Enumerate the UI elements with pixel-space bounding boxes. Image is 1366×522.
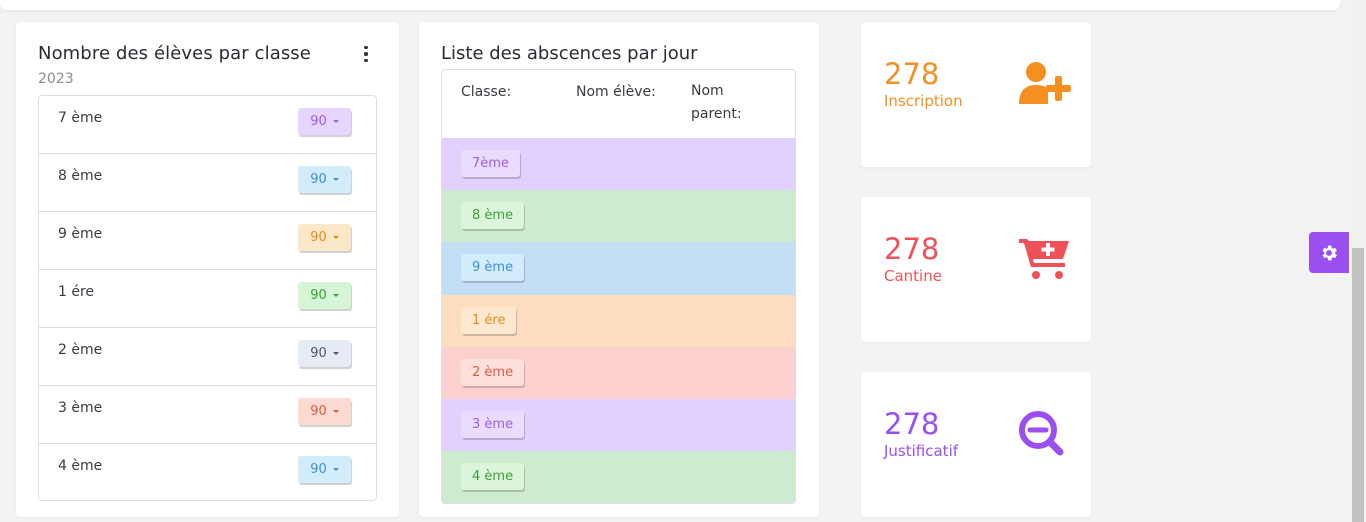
- header-classe: Classe:: [461, 84, 512, 100]
- absences-card-title: Liste des abscences par jour: [441, 43, 698, 64]
- table-row: 9 ème: [442, 242, 795, 295]
- cart-plus-icon: [1019, 239, 1069, 279]
- count-value: 90: [310, 114, 327, 129]
- caret-down-icon: [332, 294, 339, 297]
- list-item: 9 ème 90: [39, 212, 376, 270]
- stat-label: Cantine: [884, 267, 942, 285]
- user-plus-icon: [1019, 62, 1071, 104]
- class-label: 1 ére: [58, 284, 95, 300]
- class-label: 4 ème: [58, 458, 103, 474]
- classes-card: Nombre des élèves par classe 2023 7 ème …: [16, 22, 399, 517]
- count-value: 90: [310, 172, 327, 187]
- list-item: 1 ére 90: [39, 270, 376, 328]
- settings-button[interactable]: [1309, 232, 1349, 273]
- table-header: Classe: Nom élève: Nom parent:: [442, 70, 795, 138]
- list-item: 8 ème 90: [39, 154, 376, 212]
- count-dropdown[interactable]: 90: [298, 166, 351, 193]
- table-row: 2 ème: [442, 346, 795, 399]
- class-list: 7 ème 90 8 ème 90 9 ème 90 1 ére 90 2 èm…: [38, 95, 377, 501]
- count-value: 90: [310, 230, 327, 245]
- absences-card: Liste des abscences par jour Classe: Nom…: [419, 22, 819, 517]
- count-dropdown[interactable]: 90: [298, 224, 351, 251]
- count-dropdown[interactable]: 90: [298, 108, 351, 135]
- class-tag-button[interactable]: 8 ème: [461, 202, 525, 230]
- caret-down-icon: [332, 352, 339, 355]
- classes-card-year: 2023: [38, 71, 74, 87]
- stat-value: 278: [884, 57, 940, 91]
- table-row: 4 ème: [442, 451, 795, 503]
- count-value: 90: [310, 462, 327, 477]
- caret-down-icon: [332, 410, 339, 413]
- top-bar-edge: [0, 0, 1340, 10]
- gear-icon: [1322, 245, 1337, 260]
- class-tag-button[interactable]: 9 ème: [461, 254, 525, 282]
- stat-label: Justificatif: [884, 442, 959, 460]
- caret-down-icon: [332, 236, 339, 239]
- absences-table: Classe: Nom élève: Nom parent: 7ème 8 èm…: [441, 69, 796, 504]
- caret-down-icon: [332, 120, 339, 123]
- class-tag-button[interactable]: 1 ére: [461, 306, 517, 334]
- caret-down-icon: [332, 468, 339, 471]
- list-item: 3 ème 90: [39, 386, 376, 444]
- classes-card-title: Nombre des élèves par classe: [38, 43, 311, 64]
- table-row: 3 ème: [442, 398, 795, 452]
- count-dropdown[interactable]: 90: [298, 282, 351, 309]
- table-row: 1 ére: [442, 294, 795, 347]
- class-label: 3 ème: [58, 400, 103, 416]
- count-value: 90: [310, 346, 327, 361]
- class-label: 9 ème: [58, 226, 103, 242]
- header-nom-parent: Nom parent:: [691, 83, 742, 122]
- stat-card-cantine[interactable]: 278 Cantine: [861, 197, 1091, 342]
- class-tag-button[interactable]: 3 ème: [461, 410, 525, 438]
- stat-card-inscription[interactable]: 278 Inscription: [861, 22, 1091, 167]
- header-nom-eleve: Nom élève:: [576, 84, 656, 100]
- stat-label: Inscription: [884, 92, 963, 110]
- stat-card-justificatif[interactable]: 278 Justificatif: [861, 372, 1091, 517]
- table-row: 7ème: [442, 138, 795, 191]
- stat-value: 278: [884, 232, 940, 266]
- class-label: 7 ème: [58, 110, 103, 126]
- table-row: 8 ème: [442, 190, 795, 243]
- class-tag-button[interactable]: 2 ème: [461, 358, 525, 386]
- count-dropdown[interactable]: 90: [298, 456, 351, 483]
- search-minus-icon: [1019, 411, 1064, 456]
- count-dropdown[interactable]: 90: [298, 340, 351, 367]
- stat-value: 278: [884, 407, 940, 441]
- list-item: 2 ème 90: [39, 328, 376, 386]
- class-tag-button[interactable]: 4 ème: [461, 463, 525, 491]
- count-value: 90: [310, 404, 327, 419]
- list-item: 4 ème 90: [39, 444, 376, 500]
- class-label: 8 ème: [58, 168, 103, 184]
- kebab-menu-icon[interactable]: [356, 44, 376, 64]
- count-value: 90: [310, 288, 327, 303]
- list-item: 7 ème 90: [39, 96, 376, 154]
- class-tag-button[interactable]: 7ème: [461, 150, 520, 177]
- scrollbar-thumb[interactable]: [1352, 248, 1364, 522]
- class-label: 2 ème: [58, 342, 103, 358]
- caret-down-icon: [332, 178, 339, 181]
- count-dropdown[interactable]: 90: [298, 398, 351, 425]
